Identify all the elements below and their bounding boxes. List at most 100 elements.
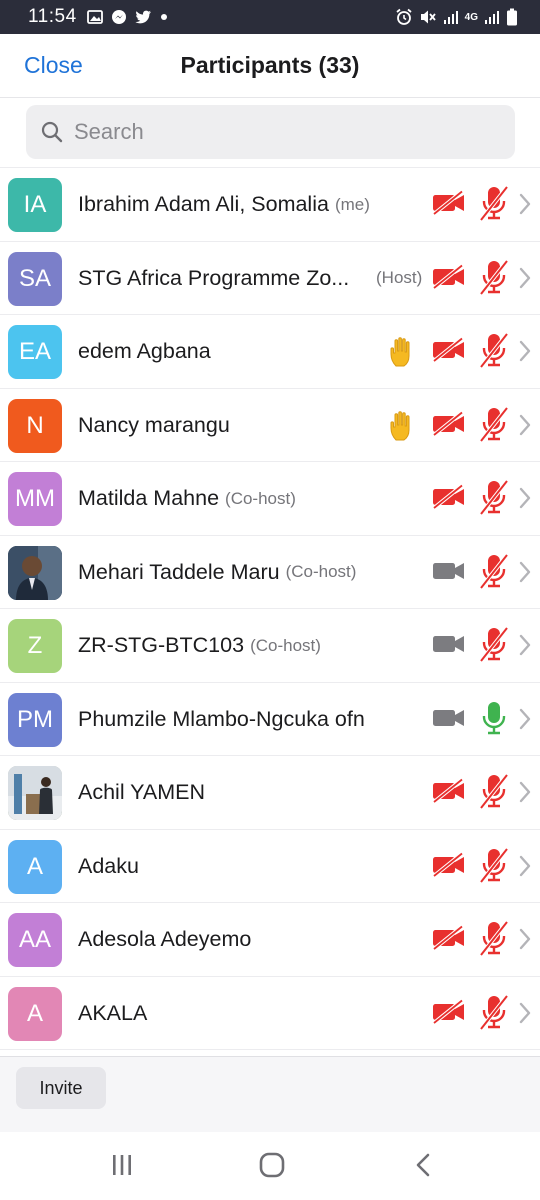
- video-off-icon: [432, 851, 464, 878]
- video-status: [432, 410, 466, 442]
- video-status: [432, 705, 466, 736]
- search-box[interactable]: [26, 105, 515, 159]
- chevron-right-icon: [519, 340, 531, 362]
- signal-strength-icon: [485, 11, 499, 24]
- mic-muted-icon: [479, 773, 509, 810]
- row-chevron[interactable]: [518, 927, 532, 956]
- raised-hand-icon: [388, 336, 418, 375]
- participant-name: Adesola Adeyemo: [78, 927, 252, 951]
- video-off-icon: [432, 263, 464, 290]
- search-input[interactable]: [74, 119, 474, 145]
- video-status: [432, 851, 466, 883]
- messenger-notification-icon: [111, 10, 126, 24]
- row-chevron[interactable]: [518, 413, 532, 442]
- participant-row[interactable]: AA Adesola Adeyemo: [0, 903, 540, 977]
- avatar: A: [8, 839, 62, 894]
- chevron-right-icon: [519, 487, 531, 509]
- video-status: [432, 631, 466, 662]
- video-status: [432, 483, 466, 515]
- avatar: AA: [8, 913, 62, 967]
- mic-muted-icon: [479, 553, 509, 589]
- invite-button[interactable]: Invite: [16, 1067, 106, 1109]
- row-chevron[interactable]: [518, 192, 532, 221]
- participant-row[interactable]: SA (Host) STG Africa Programme Zo...: [0, 242, 540, 315]
- participant-row[interactable]: Achil YAMEN: [0, 756, 540, 830]
- participant-role-tag: (Co-host): [285, 562, 357, 581]
- participant-name: Nancy marangu: [78, 412, 230, 437]
- row-chevron[interactable]: [518, 266, 532, 295]
- audio-status: [478, 478, 510, 523]
- participant-row[interactable]: IA Ibrahim Adam Ali, Somalia (me): [0, 168, 540, 242]
- signal-icon: [443, 11, 458, 24]
- audio-status: [478, 846, 510, 891]
- avatar: A: [8, 986, 62, 1041]
- participant-role-tag: (me): [334, 194, 370, 214]
- video-off-icon: [432, 924, 464, 951]
- participant-row[interactable]: EA edem Agbana: [0, 315, 540, 389]
- mic-muted-icon: [479, 626, 509, 663]
- chevron-right-icon: [519, 708, 531, 729]
- participant-row[interactable]: A Adaku: [0, 830, 540, 903]
- chevron-right-icon: [519, 781, 531, 803]
- twitter-notification-icon: [135, 10, 151, 24]
- avatar: PM: [8, 692, 62, 747]
- page-title: Participants (33): [180, 52, 360, 78]
- network-type-label: 4G: [464, 11, 478, 23]
- status-time: 11:54: [28, 6, 77, 27]
- chevron-right-icon: [519, 928, 531, 950]
- row-chevron[interactable]: [518, 854, 532, 883]
- video-icon: [433, 562, 464, 579]
- participant-role-tag: (Host): [376, 268, 423, 287]
- mic-muted-icon: [479, 406, 509, 442]
- back-icon[interactable]: [412, 1152, 436, 1178]
- video-status: [432, 777, 466, 809]
- participant-name: ZR-STG-BTC103: [78, 633, 245, 657]
- mic-muted-icon: [479, 920, 509, 957]
- row-chevron[interactable]: [518, 486, 532, 515]
- participant-name: Adaku: [78, 853, 139, 878]
- recent-apps-icon[interactable]: [110, 1152, 134, 1178]
- system-navigation-bar: [0, 1132, 540, 1200]
- participant-name: STG Africa Programme Zo...: [78, 265, 350, 290]
- participant-row[interactable]: Z ZR-STG-BTC103 (Co-host): [0, 609, 540, 683]
- video-status: [432, 189, 466, 221]
- participant-role-tag: (Co-host): [250, 635, 321, 655]
- row-chevron[interactable]: [518, 560, 532, 589]
- mic-muted-icon: [479, 332, 509, 369]
- participant-name: Phumzile Mlambo-Ngcuka ofn: [78, 706, 365, 731]
- video-status: [432, 558, 466, 589]
- participant-row[interactable]: A AKALA: [0, 977, 540, 1050]
- row-chevron[interactable]: [518, 1001, 532, 1030]
- participant-name: Ibrahim Adam Ali, Somalia: [78, 192, 329, 216]
- participant-row[interactable]: MM Matilda Mahne (Co-host): [0, 462, 540, 536]
- chevron-right-icon: [519, 855, 531, 876]
- avatar: Z: [8, 619, 62, 673]
- chevron-right-icon: [519, 634, 531, 656]
- chevron-right-icon: [519, 414, 531, 435]
- home-icon[interactable]: [258, 1152, 286, 1178]
- audio-status: [478, 772, 510, 817]
- row-chevron[interactable]: [518, 707, 532, 736]
- video-off-icon: [432, 483, 464, 510]
- audio-status: [478, 625, 510, 670]
- video-status: [432, 998, 466, 1030]
- participant-row[interactable]: Mehari Taddele Maru (Co-host): [0, 536, 540, 609]
- row-chevron[interactable]: [518, 339, 532, 368]
- participant-row[interactable]: PM Phumzile Mlambo-Ngcuka ofn: [0, 683, 540, 756]
- bottom-toolbar: Invite: [0, 1056, 540, 1132]
- video-off-icon: [432, 189, 464, 216]
- participants-header: Close Participants (33): [0, 34, 540, 98]
- raised-hand-icon: [388, 410, 418, 449]
- participant-row[interactable]: N Nancy marangu: [0, 389, 540, 462]
- row-chevron[interactable]: [518, 633, 532, 662]
- participant-name: Achil YAMEN: [78, 780, 206, 804]
- participant-role-tag: (Co-host): [225, 488, 296, 508]
- mic-muted-icon: [479, 994, 509, 1030]
- video-off-icon: [432, 777, 464, 804]
- video-status: [432, 924, 466, 956]
- mic-active-icon: [482, 701, 506, 734]
- mic-muted-icon: [479, 185, 509, 222]
- row-chevron[interactable]: [518, 780, 532, 809]
- avatar-photo: [8, 766, 62, 820]
- participant-list: IA Ibrahim Adam Ali, Somalia (me) SA (Host) S…: [0, 168, 540, 1056]
